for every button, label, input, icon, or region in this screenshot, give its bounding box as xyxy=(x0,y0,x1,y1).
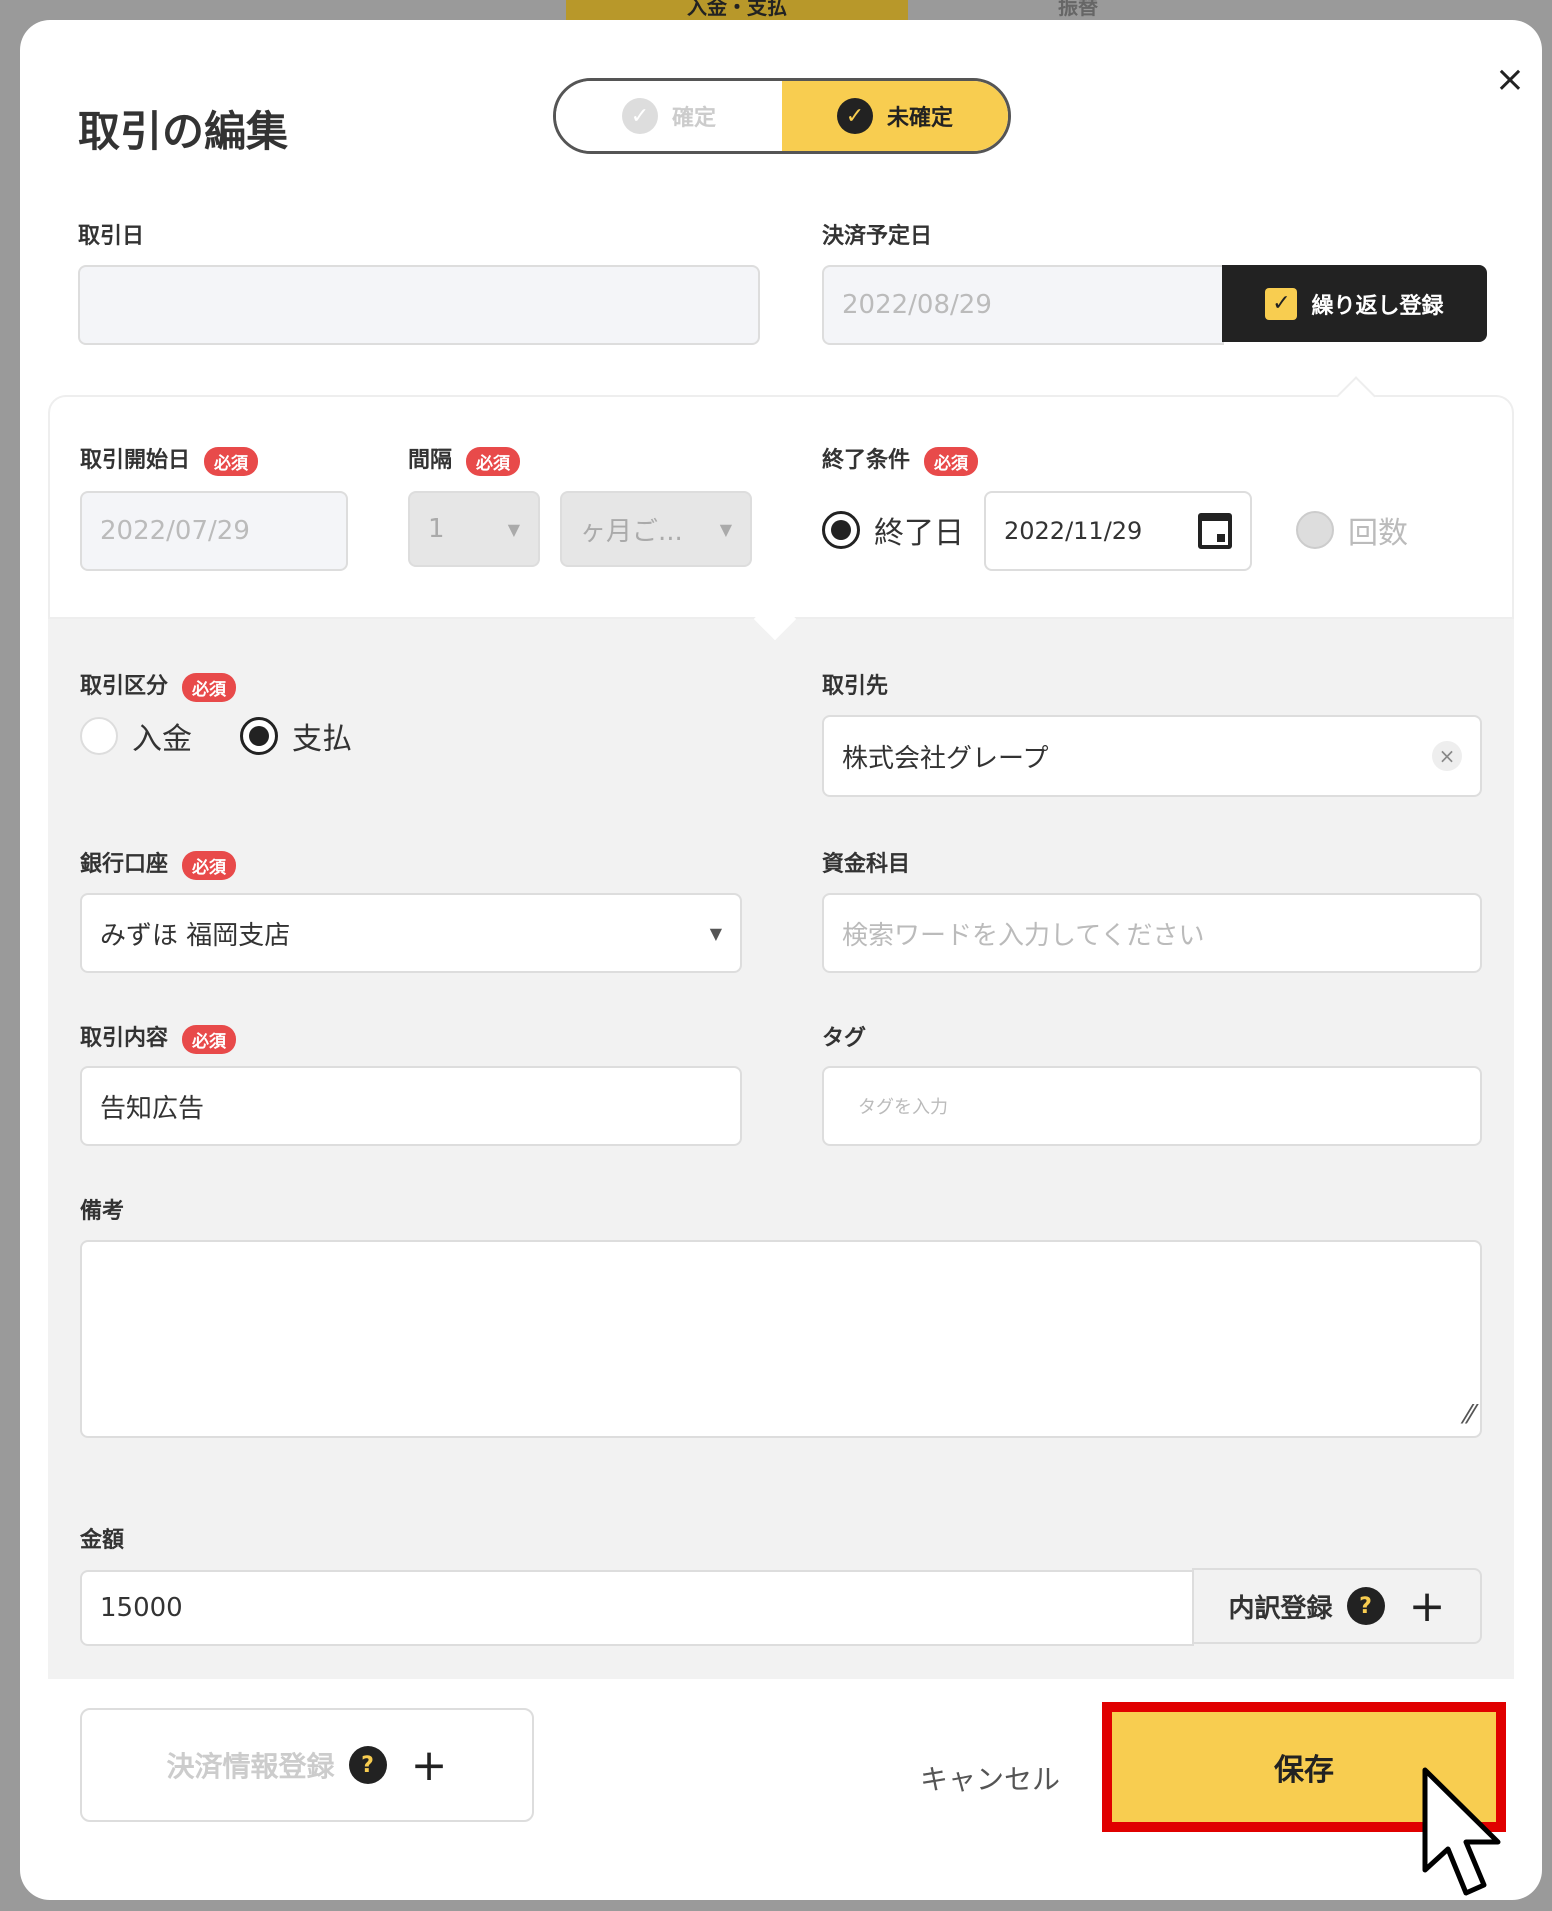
toggle-unconfirmed-label: 未確定 xyxy=(886,106,953,131)
count-radio-label: 回数 xyxy=(1348,516,1408,551)
tag-placeholder: タグを入力 xyxy=(858,1097,948,1118)
transaction-date-input[interactable] xyxy=(78,265,760,345)
check-icon: ✓ xyxy=(621,98,658,134)
note-textarea[interactable]: ⁄⁄ xyxy=(80,1240,1482,1438)
transaction-date-label: 取引日 xyxy=(78,224,145,249)
calendar-icon[interactable] xyxy=(1198,513,1232,549)
deposit-radio-label: 入金 xyxy=(132,722,192,757)
settlement-date-input[interactable]: 2022/08/29 xyxy=(822,265,1224,345)
payment-radio[interactable]: 支払 xyxy=(240,714,352,758)
toggle-confirmed-label: 確定 xyxy=(671,106,716,131)
mouse-pointer-icon xyxy=(1422,1767,1501,1896)
end-date-radio-label: 終了日 xyxy=(874,516,964,551)
checkbox-checked-icon: ✓ xyxy=(1265,287,1298,320)
plus-icon: + xyxy=(1408,1580,1446,1632)
help-icon[interactable]: ? xyxy=(348,1746,387,1784)
status-toggle: ✓ 確定 ✓ 未確定 xyxy=(553,78,1011,154)
required-badge: 必須 xyxy=(182,1024,237,1054)
bank-account-label: 銀行口座 必須 xyxy=(80,846,237,880)
amount-input[interactable]: 15000 xyxy=(80,1570,1194,1646)
end-condition-label: 終了条件 必須 xyxy=(822,442,979,476)
interval-unit-value: ヶ月ご... xyxy=(580,516,683,547)
resize-handle-icon[interactable]: ⁄⁄ xyxy=(1465,1400,1474,1430)
bank-account-value: みずほ 福岡支店 xyxy=(100,920,291,951)
start-date-label: 取引開始日 必須 xyxy=(80,442,259,476)
required-badge: 必須 xyxy=(466,446,521,476)
bank-account-select[interactable]: みずほ 福岡支店 ▼ xyxy=(80,893,742,973)
breakdown-register-label: 内訳登録 xyxy=(1228,1593,1333,1624)
amount-label: 金額 xyxy=(80,1528,125,1553)
help-icon[interactable]: ? xyxy=(1346,1587,1385,1625)
interval-label: 間隔 必須 xyxy=(408,442,521,476)
clear-icon[interactable]: × xyxy=(1432,741,1462,771)
required-badge: 必須 xyxy=(204,446,259,476)
interval-number-value: 1 xyxy=(428,514,445,544)
repeat-register-button[interactable]: ✓ 繰り返し登録 xyxy=(1222,265,1487,342)
fund-item-label: 資金科目 xyxy=(822,852,911,877)
end-date-value: 2022/11/29 xyxy=(1004,517,1143,545)
radio-unselected-icon xyxy=(80,717,118,755)
breakdown-register-button[interactable]: 内訳登録 ? + xyxy=(1192,1568,1482,1644)
tag-label: タグ xyxy=(822,1026,867,1051)
radio-selected-icon xyxy=(822,511,860,549)
content-input[interactable]: 告知広告 xyxy=(80,1066,742,1146)
caret-down-icon: ▼ xyxy=(709,923,722,943)
partner-value: 株式会社グレープ xyxy=(842,743,1049,774)
end-date-radio[interactable]: 終了日 xyxy=(822,508,964,552)
transaction-type-label: 取引区分 必須 xyxy=(80,668,237,702)
bg-tab-transfer[interactable]: 振替 xyxy=(908,0,1248,20)
note-label: 備考 xyxy=(80,1199,125,1224)
caret-down-icon: ▼ xyxy=(719,519,732,539)
radio-selected-icon xyxy=(240,717,278,755)
settlement-info-button[interactable]: 決済情報登録 ? + xyxy=(80,1708,534,1822)
deposit-radio[interactable]: 入金 xyxy=(80,714,192,758)
cancel-button[interactable]: キャンセル xyxy=(920,1758,1060,1798)
plus-icon: + xyxy=(410,1739,448,1791)
caret-down-icon: ▼ xyxy=(507,519,520,539)
toggle-confirmed[interactable]: ✓ 確定 xyxy=(556,81,782,151)
fund-item-placeholder: 検索ワードを入力してください xyxy=(842,920,1205,951)
edit-transaction-modal: × 取引の編集 ✓ 確定 ✓ 未確定 取引日 決済予定日 2022/08/29 … xyxy=(20,20,1542,1900)
required-badge: 必須 xyxy=(182,850,237,880)
count-radio[interactable]: 回数 xyxy=(1296,508,1408,552)
partner-input[interactable]: 株式会社グレープ × xyxy=(822,715,1482,797)
close-icon[interactable]: × xyxy=(1490,60,1530,100)
required-badge: 必須 xyxy=(182,672,237,702)
toggle-unconfirmed[interactable]: ✓ 未確定 xyxy=(782,81,1008,151)
partner-label: 取引先 xyxy=(822,674,889,699)
required-badge: 必須 xyxy=(924,446,979,476)
fund-item-input[interactable]: 検索ワードを入力してください xyxy=(822,893,1482,973)
interval-number-select[interactable]: 1 ▼ xyxy=(408,491,540,567)
start-date-input[interactable]: 2022/07/29 xyxy=(80,491,348,571)
tag-input[interactable]: タグを入力 xyxy=(822,1066,1482,1146)
bg-tab-deposit-payment[interactable]: 入金・支払 xyxy=(566,0,908,20)
end-date-input[interactable]: 2022/11/29 xyxy=(984,491,1252,571)
check-icon: ✓ xyxy=(836,98,873,134)
radio-disabled-icon xyxy=(1296,511,1334,549)
content-label: 取引内容 必須 xyxy=(80,1020,237,1054)
modal-title: 取引の編集 xyxy=(78,107,289,156)
settlement-info-label: 決済情報登録 xyxy=(166,1750,335,1783)
interval-unit-select[interactable]: ヶ月ご... ▼ xyxy=(560,491,752,567)
settlement-date-label: 決済予定日 xyxy=(822,224,933,249)
repeat-register-label: 繰り返し登録 xyxy=(1311,293,1444,319)
payment-radio-label: 支払 xyxy=(292,722,352,757)
